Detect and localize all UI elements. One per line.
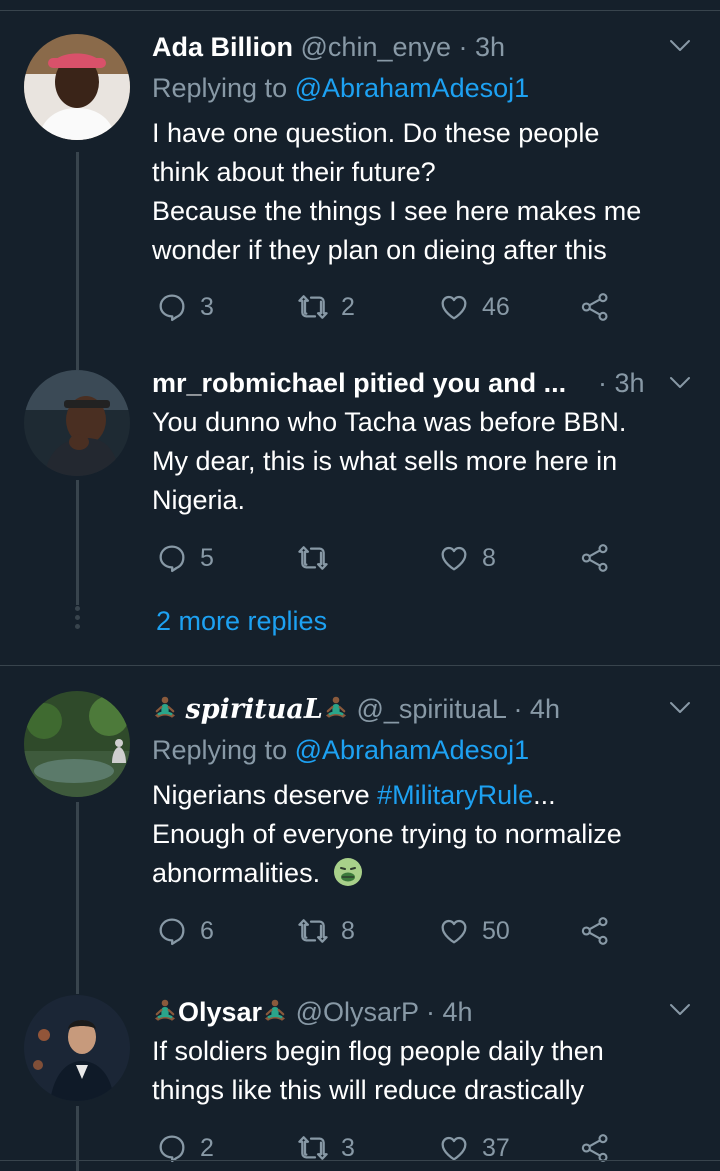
yoga-emoji-icon xyxy=(152,998,178,1024)
share-button[interactable] xyxy=(579,911,611,951)
handle[interactable]: @OlysarP xyxy=(296,997,419,1027)
share-button[interactable] xyxy=(579,538,611,578)
tweet-text: I have one question. Do these people thi… xyxy=(152,118,642,265)
tweet-1[interactable]: Ada Billion @chin_enye · 3h Replying to … xyxy=(0,0,720,345)
tweet-header: Olysar @OlysarP · 4h xyxy=(152,994,650,1030)
tweet-header: spirituaL @_spiriituaL · 4h xyxy=(152,691,650,727)
more-replies-link[interactable]: 2 more replies xyxy=(156,603,327,639)
reply-button[interactable]: 5 xyxy=(156,538,214,578)
yoga-emoji-icon xyxy=(262,998,288,1024)
share-icon xyxy=(579,915,611,947)
more-replies-dots xyxy=(71,606,83,633)
reply-icon xyxy=(156,542,188,574)
thread-line xyxy=(76,480,79,605)
bottom-divider xyxy=(0,1160,720,1161)
like-button[interactable]: 50 xyxy=(438,911,510,951)
replying-to: Replying to @AbrahamAdesoj1 xyxy=(152,73,530,103)
tweet-2[interactable]: mr_robmichael pitied you and ... · 3h Yo… xyxy=(0,345,720,665)
reply-icon xyxy=(156,291,188,323)
share-button[interactable] xyxy=(579,287,611,327)
yoga-emoji-icon xyxy=(323,695,349,721)
tweet-text: You dunno who Tacha was before BBN. My d… xyxy=(152,407,627,515)
like-button[interactable]: 37 xyxy=(438,1128,510,1168)
heart-icon xyxy=(438,915,470,947)
avatar-ada-billion[interactable] xyxy=(24,34,130,140)
tweet-text: Nigerians deserve #MilitaryRule... Enoug… xyxy=(152,780,622,888)
heart-icon xyxy=(438,291,470,323)
retweet-button[interactable]: 2 xyxy=(297,287,355,327)
display-name[interactable]: spirituaL xyxy=(152,694,349,725)
chevron-down-icon[interactable] xyxy=(668,34,692,58)
reply-button[interactable]: 3 xyxy=(156,287,214,327)
share-button[interactable] xyxy=(579,1128,611,1168)
tweet-3[interactable]: spirituaL @_spiriituaL · 4h Replying to … xyxy=(0,666,720,986)
reply-button[interactable]: 6 xyxy=(156,911,214,951)
mention-link[interactable]: @AbrahamAdesoj1 xyxy=(295,73,530,103)
thread-line xyxy=(76,1106,79,1171)
thread-line xyxy=(76,986,79,994)
timestamp[interactable]: · 4h xyxy=(426,997,473,1027)
display-name[interactable]: Olysar xyxy=(152,997,288,1027)
handle[interactable]: @chin_enye xyxy=(301,32,452,62)
tweet-4[interactable]: Olysar @OlysarP · 4h If soldiers begin f… xyxy=(0,986,720,1171)
yoga-emoji-icon xyxy=(152,695,178,721)
like-button[interactable]: 8 xyxy=(438,538,496,578)
avatar-spiritual[interactable] xyxy=(24,691,130,797)
tweet-actions: 3 2 46 xyxy=(152,287,632,327)
tweet-actions: 6 8 50 xyxy=(152,911,632,951)
retweet-icon xyxy=(297,291,329,323)
tweet-header: Ada Billion @chin_enye · 3h xyxy=(152,29,650,65)
thread-line xyxy=(76,345,79,370)
display-name[interactable]: mr_robmichael pitied you and ... xyxy=(152,368,566,398)
heart-icon xyxy=(438,542,470,574)
avatar-olysar[interactable] xyxy=(24,995,130,1101)
chevron-down-icon[interactable] xyxy=(668,998,692,1022)
like-button[interactable]: 46 xyxy=(438,287,510,327)
retweet-icon xyxy=(297,915,329,947)
mention-link[interactable]: @AbrahamAdesoj1 xyxy=(295,735,530,765)
hashtag-link[interactable]: #MilitaryRule xyxy=(377,780,533,810)
share-icon xyxy=(579,291,611,323)
thread-line xyxy=(76,152,79,345)
retweet-button[interactable]: 8 xyxy=(297,911,355,951)
tweet-text: If soldiers begin flog people daily then… xyxy=(152,1036,604,1105)
tweet-actions: 2 3 37 xyxy=(152,1128,632,1168)
display-name[interactable]: Ada Billion xyxy=(152,32,293,62)
reply-button[interactable]: 2 xyxy=(156,1128,214,1168)
nauseated-face-emoji-icon xyxy=(333,858,362,886)
timestamp[interactable]: · 3h xyxy=(598,365,645,401)
retweet-icon xyxy=(297,542,329,574)
chevron-down-icon[interactable] xyxy=(668,371,692,395)
avatar-mr-robmichael[interactable] xyxy=(24,370,130,476)
retweet-button[interactable]: 3 xyxy=(297,1128,355,1168)
timestamp[interactable]: · 4h xyxy=(513,694,560,724)
handle[interactable]: @_spiriituaL xyxy=(356,694,505,724)
replying-to: Replying to @AbrahamAdesoj1 xyxy=(152,735,530,765)
timestamp[interactable]: · 3h xyxy=(459,32,506,62)
tweet-header: mr_robmichael pitied you and ... xyxy=(152,365,608,401)
tweet-actions: 5 8 xyxy=(152,538,632,578)
reply-icon xyxy=(156,915,188,947)
retweet-button[interactable] xyxy=(297,538,341,578)
thread-line xyxy=(76,802,79,986)
share-icon xyxy=(579,542,611,574)
chevron-down-icon[interactable] xyxy=(668,696,692,720)
